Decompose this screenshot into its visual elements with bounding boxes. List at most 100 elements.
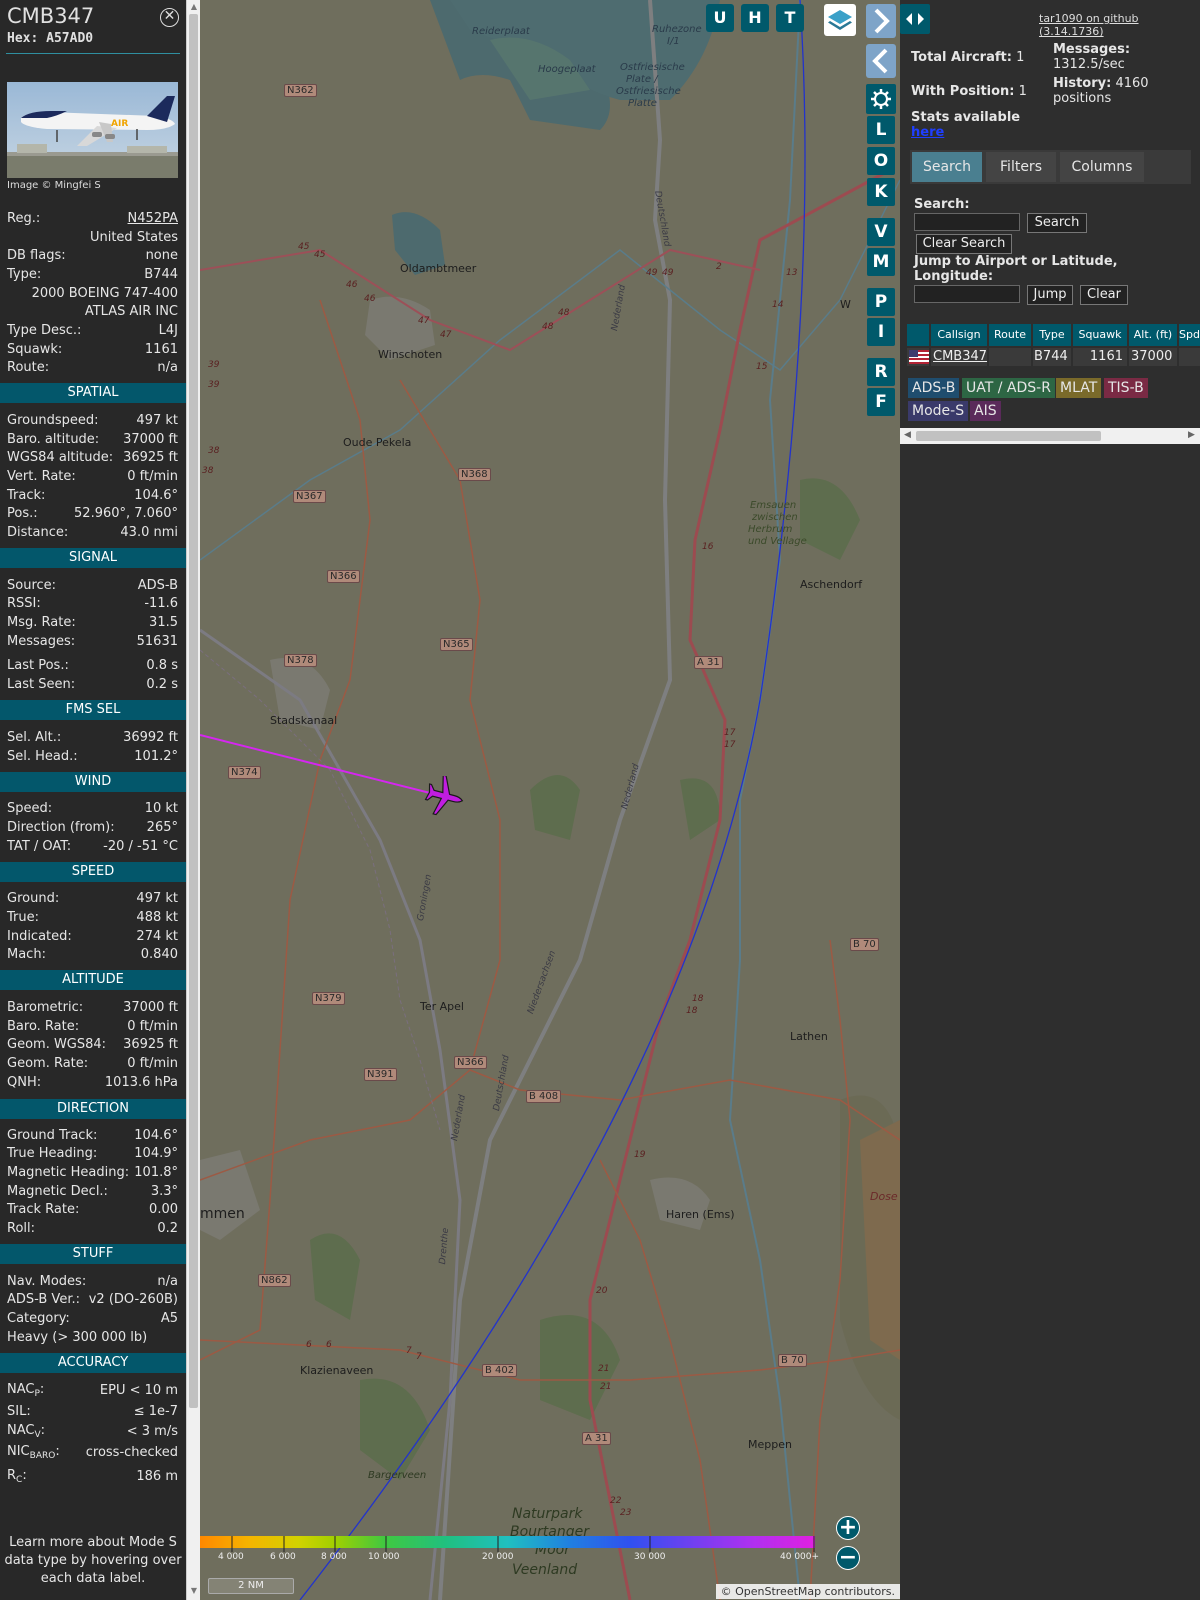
scroll-up-arrow-icon[interactable]: ▲	[189, 2, 199, 12]
info-label: Msg. Rate:	[7, 615, 76, 630]
column-header-route[interactable]: Route	[989, 324, 1031, 346]
info-label-text: Groundspeed:	[7, 412, 99, 428]
toggle-sidebar-button[interactable]	[900, 4, 930, 34]
scroll-down-arrow-icon[interactable]: ▼	[189, 1586, 199, 1596]
button-t[interactable]: T	[776, 4, 804, 32]
search-button[interactable]: Search	[1027, 213, 1087, 233]
info-label-text: Baro. Rate:	[7, 1018, 80, 1034]
column-header-callsign[interactable]: Callsign	[931, 324, 987, 346]
aircraft-photo[interactable]: AIR	[7, 82, 178, 178]
map-view[interactable]: Reiderplaat Hoogeplaat Ruhezone I/1 Ostfries…	[200, 0, 900, 1600]
info-label: Messages:	[7, 634, 75, 649]
clear-jump-button[interactable]: Clear	[1080, 285, 1128, 305]
layers-button[interactable]	[824, 4, 856, 36]
map-toggle-button-f[interactable]: F	[867, 388, 895, 416]
total-aircraft-label: Total Aircraft:	[911, 50, 1012, 65]
scroll-left-arrow-icon[interactable]: ◀	[904, 430, 911, 440]
info-label: Direction (from):	[7, 820, 115, 835]
tab-columns[interactable]: Columns	[1060, 152, 1144, 182]
info-label-text: ADS-B Ver.:	[7, 1291, 80, 1307]
place-label: Aschendorf	[800, 578, 863, 591]
map-toggle-button-l[interactable]: L	[867, 116, 895, 144]
column-header-altitude[interactable]: Alt. (ft)	[1129, 324, 1177, 346]
table-horizontal-scrollbar[interactable]: ◀ ▶	[900, 428, 1200, 444]
info-label-text: Last Pos.:	[7, 657, 69, 673]
row-route	[989, 348, 1031, 366]
column-header-speed[interactable]: Spd.	[1179, 324, 1200, 346]
info-value: < 3 m/s	[126, 1423, 178, 1439]
map-toggle-button-m[interactable]: M	[867, 248, 895, 276]
place-label: Klazienaveen	[300, 1364, 374, 1377]
stats-available-label: Stats available	[911, 110, 1021, 125]
scrollbar-thumb[interactable]	[916, 431, 1101, 441]
map-toggle-button-k[interactable]: K	[867, 178, 895, 206]
table-row[interactable]	[907, 348, 929, 366]
info-panel-scrollbar[interactable]: ▲ ▼	[186, 0, 200, 1600]
info-label: Category:	[7, 1311, 70, 1326]
place-label: I/1	[667, 36, 680, 47]
map-toggle-button-o[interactable]: O	[867, 147, 895, 175]
settings-button[interactable]	[866, 84, 896, 114]
road-number: 49	[662, 268, 674, 278]
place-label: Haren (Ems)	[666, 1208, 735, 1221]
search-input[interactable]	[914, 213, 1020, 231]
info-row: Type Desc.: L4J	[7, 321, 178, 339]
map-toggle-button-p[interactable]: P	[867, 288, 895, 316]
jump-button[interactable]: Jump	[1027, 285, 1073, 305]
map-attribution[interactable]: © OpenStreetMap contributors.	[715, 1584, 900, 1599]
info-row: Sel. Alt.: 36992 ft	[7, 728, 178, 746]
scrollbar-thumb[interactable]	[189, 14, 198, 1408]
info-label: Mach:	[7, 947, 46, 962]
info-label-text: WGS84 altitude:	[7, 449, 114, 465]
info-value: 2000 BOEING 747-400	[31, 285, 178, 301]
zoom-in-button[interactable]: +	[836, 1516, 860, 1540]
row-callsign[interactable]: CMB347	[931, 348, 987, 366]
with-position-value: 1	[1018, 84, 1027, 99]
section-header-direction: DIRECTION	[0, 1099, 186, 1119]
info-row: RC: 186 m	[7, 1467, 178, 1485]
row-type: B744	[1033, 348, 1071, 366]
road-number: 6	[326, 1340, 332, 1350]
info-value: L4J	[158, 322, 178, 338]
history-label: History:	[1053, 76, 1112, 91]
info-label: TAT / OAT:	[7, 839, 71, 854]
info-value: 37000 ft	[123, 999, 178, 1015]
info-label-text: Sel. Head.:	[7, 748, 78, 764]
button-u[interactable]: U	[706, 4, 734, 32]
version-link[interactable]: tar1090 on github (3.14.1736)	[1039, 12, 1200, 38]
zoom-out-button[interactable]: −	[836, 1546, 860, 1570]
info-label-text: Magnetic Heading:	[7, 1164, 130, 1180]
road-number: 19	[634, 1150, 646, 1160]
road-number: 13	[786, 268, 798, 278]
scroll-right-arrow-icon[interactable]: ▶	[1188, 430, 1195, 440]
info-label-text: Heavy (> 300 000 lb)	[7, 1329, 148, 1345]
info-value: -20 / -51 °C	[103, 838, 178, 854]
info-label-text: SIL:	[7, 1403, 31, 1419]
previous-aircraft-button[interactable]	[866, 44, 896, 78]
map-toggle-button-i[interactable]: I	[867, 318, 895, 346]
stats-link[interactable]: here	[911, 125, 944, 140]
column-header-type[interactable]: Type	[1033, 324, 1071, 346]
info-label: QNH:	[7, 1075, 41, 1090]
row-squawk: 1161	[1073, 348, 1127, 366]
map-toggle-button-r[interactable]: R	[867, 358, 895, 386]
tab-filters[interactable]: Filters	[986, 152, 1056, 182]
row-altitude: 37000	[1129, 348, 1177, 366]
next-aircraft-button[interactable]	[866, 4, 896, 38]
jump-input[interactable]	[914, 285, 1020, 303]
button-h[interactable]: H	[741, 4, 769, 32]
column-header-squawk[interactable]: Squawk	[1073, 324, 1127, 346]
clear-search-button[interactable]: Clear Search	[916, 234, 1012, 254]
place-label: Ostfriesische	[616, 86, 681, 97]
info-row: Direction (from): 265°	[7, 818, 178, 836]
tab-search[interactable]: Search	[912, 152, 982, 182]
source-chip: ADS-B	[908, 378, 960, 398]
info-value: 0.8 s	[146, 657, 178, 673]
info-label: NACV:	[7, 1422, 46, 1440]
place-label: Veenland	[512, 1562, 578, 1578]
close-icon[interactable]: ✕	[160, 8, 179, 27]
aircraft-marker-icon[interactable]	[422, 776, 466, 816]
info-value[interactable]: N452PA	[128, 211, 178, 226]
map-toggle-button-v[interactable]: V	[867, 218, 895, 246]
jump-label: Jump to Airport or Latitude, Longitude:	[914, 254, 1118, 284]
